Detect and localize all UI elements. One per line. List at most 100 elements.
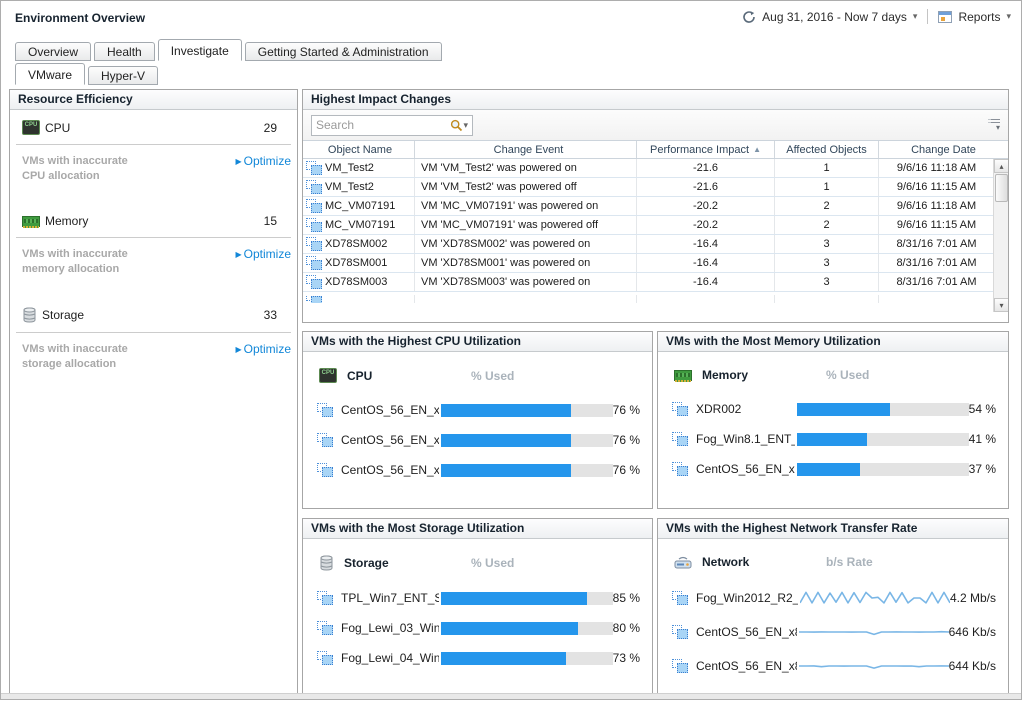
vm-name[interactable]: XDR002: [696, 402, 795, 416]
util-row: Fog_Win8.1_ENT_... 41 %: [658, 424, 1008, 454]
reports-button[interactable]: Reports: [958, 10, 1000, 24]
performance-impact-cell: -21.6: [637, 178, 775, 196]
memory-allocation-row: VMs with inaccurate memory allocation ▶O…: [10, 238, 297, 297]
vm-name[interactable]: CentOS_56_EN_x8...: [341, 403, 439, 417]
tab-vmware[interactable]: VMware: [15, 63, 85, 85]
vertical-scrollbar[interactable]: ▴ ▾: [993, 159, 1008, 312]
table-row[interactable]: XD78SM002 VM 'XD78SM002' was powered on …: [303, 235, 994, 254]
table-row[interactable]: VM_Test2 VM 'VM_Test2' was powered off -…: [303, 178, 994, 197]
affected-objects-cell: 2: [775, 216, 879, 234]
util-row: CentOS_56_EN_x8... 644 Kb/s: [658, 649, 1008, 683]
affected-objects-cell: 1: [775, 159, 879, 177]
vm-name[interactable]: Fog_Win2012_R2_...: [696, 591, 798, 605]
table-body: VM_Test2 VM 'VM_Test2' was powered on -2…: [303, 159, 1008, 322]
change-date-cell: [879, 295, 994, 303]
search-box[interactable]: ▾: [311, 115, 473, 136]
time-range-caret-icon[interactable]: ▾: [913, 12, 918, 21]
tab-overview[interactable]: Overview: [15, 42, 91, 61]
vm-name[interactable]: CentOS_56_EN_x8...: [696, 625, 797, 639]
table-row-partial: [303, 292, 994, 303]
table-row[interactable]: MC_VM07191 VM 'MC_VM07191' was powered o…: [303, 216, 994, 235]
tab-hyperv[interactable]: Hyper-V: [88, 66, 158, 85]
vm-name[interactable]: CentOS_56_EN_x8...: [696, 659, 797, 673]
page-title: Environment Overview: [15, 11, 145, 25]
util-row: Fog_Win2012_R2_... 4.2 Mb/s: [658, 581, 1008, 615]
util-row: TPL_Win7_ENT_SP... 85 %: [303, 583, 652, 613]
change-date-cell: 9/6/16 11:18 AM: [879, 197, 994, 215]
object-name-cell[interactable]: MC_VM07191: [303, 197, 415, 215]
optimize-arrow-icon: ▶: [236, 345, 242, 354]
usage-value: 37 %: [969, 462, 996, 476]
object-name-cell[interactable]: [303, 295, 415, 303]
object-name-cell[interactable]: MC_VM07191: [303, 216, 415, 234]
table-row[interactable]: XD78SM001 VM 'XD78SM001' was powered on …: [303, 254, 994, 273]
object-name-cell[interactable]: XD78SM002: [303, 235, 415, 253]
reports-caret-icon[interactable]: ▾: [1006, 12, 1011, 21]
performance-impact-cell: -20.2: [637, 216, 775, 234]
vm-name[interactable]: Fog_Lewi_04_Win...: [341, 651, 439, 665]
network-sparkline: [800, 589, 950, 607]
resource-efficiency-panel: Resource Efficiency CPU CPU 29 VMs with …: [9, 89, 298, 695]
change-date-cell: 8/31/16 7:01 AM: [879, 273, 994, 291]
memory-utilization-header: Memory % Used: [658, 352, 1008, 394]
change-event-cell: VM 'XD78SM001' was powered on: [415, 254, 637, 272]
change-event-cell: VM 'VM_Test2' was powered on: [415, 159, 637, 177]
column-header-object-name[interactable]: Object Name: [303, 141, 415, 158]
memory-unit-label: % Used: [826, 368, 869, 382]
vm-icon: [317, 403, 333, 417]
tab-getting-started[interactable]: Getting Started & Administration: [245, 42, 442, 61]
vm-name[interactable]: CentOS_56_EN_x8...: [341, 433, 439, 447]
column-header-affected-objects[interactable]: Affected Objects: [775, 141, 879, 158]
vm-icon: [306, 237, 322, 251]
vm-name[interactable]: TPL_Win7_ENT_SP...: [341, 591, 439, 605]
vm-icon: [672, 591, 688, 605]
vm-name[interactable]: Fog_Lewi_03_Win...: [341, 621, 439, 635]
change-event-cell: VM 'XD78SM003' was powered on: [415, 273, 637, 291]
column-header-performance-impact[interactable]: Performance Impact▲: [637, 141, 775, 158]
column-header-change-event[interactable]: Change Event: [415, 141, 637, 158]
performance-impact-cell: -16.4: [637, 254, 775, 272]
scroll-up-button[interactable]: ▴: [994, 159, 1008, 173]
cpu-icon: CPU: [22, 120, 40, 135]
storage-optimize-link[interactable]: ▶Optimize: [236, 342, 292, 356]
usage-bar: [441, 622, 613, 635]
object-name-cell[interactable]: XD78SM003: [303, 273, 415, 291]
table-customizer-icon[interactable]: ▾: [991, 119, 1000, 132]
storage-metric-row: Storage 33: [10, 297, 297, 332]
storage-utilization-title: VMs with the Most Storage Utilization: [303, 519, 652, 539]
memory-metric-value: 15: [264, 214, 277, 228]
search-input[interactable]: [316, 118, 450, 132]
search-icon[interactable]: [450, 119, 463, 132]
vm-name[interactable]: Fog_Win8.1_ENT_...: [696, 432, 795, 446]
change-event-cell: VM 'MC_VM07191' was powered off: [415, 216, 637, 234]
scroll-down-button[interactable]: ▾: [994, 298, 1008, 312]
usage-bar: [441, 592, 613, 605]
vm-icon: [317, 591, 333, 605]
usage-bar: [797, 463, 969, 476]
network-header-label: Network: [702, 555, 749, 569]
table-row[interactable]: XD78SM003 VM 'XD78SM003' was powered on …: [303, 273, 994, 292]
vm-icon: [306, 275, 322, 289]
change-date-cell: 9/6/16 11:18 AM: [879, 159, 994, 177]
storage-header-label: Storage: [344, 556, 389, 570]
tab-health[interactable]: Health: [94, 42, 155, 61]
object-name-cell[interactable]: XD78SM001: [303, 254, 415, 272]
table-row[interactable]: VM_Test2 VM 'VM_Test2' was powered on -2…: [303, 159, 994, 178]
cpu-optimize-link[interactable]: ▶Optimize: [236, 154, 292, 168]
search-options-caret-icon[interactable]: ▾: [463, 121, 468, 130]
storage-icon: [319, 555, 334, 571]
highest-impact-changes-title: Highest Impact Changes: [303, 90, 1008, 110]
object-name-cell[interactable]: VM_Test2: [303, 159, 415, 177]
scrollbar-thumb[interactable]: [995, 174, 1008, 202]
time-range-label[interactable]: Aug 31, 2016 - Now 7 days: [762, 10, 907, 24]
change-event-cell: [415, 295, 637, 303]
vm-name[interactable]: CentOS_56_EN_x8...: [341, 463, 439, 477]
tab-investigate[interactable]: Investigate: [158, 39, 242, 61]
vm-name[interactable]: CentOS_56_EN_x8...: [696, 462, 795, 476]
memory-optimize-link[interactable]: ▶Optimize: [236, 247, 292, 261]
usage-bar: [441, 434, 613, 447]
table-row[interactable]: MC_VM07191 VM 'MC_VM07191' was powered o…: [303, 197, 994, 216]
column-header-change-date[interactable]: Change Date: [879, 141, 1008, 158]
cpu-metric-row: CPU CPU 29: [10, 110, 297, 144]
object-name-cell[interactable]: VM_Test2: [303, 178, 415, 196]
